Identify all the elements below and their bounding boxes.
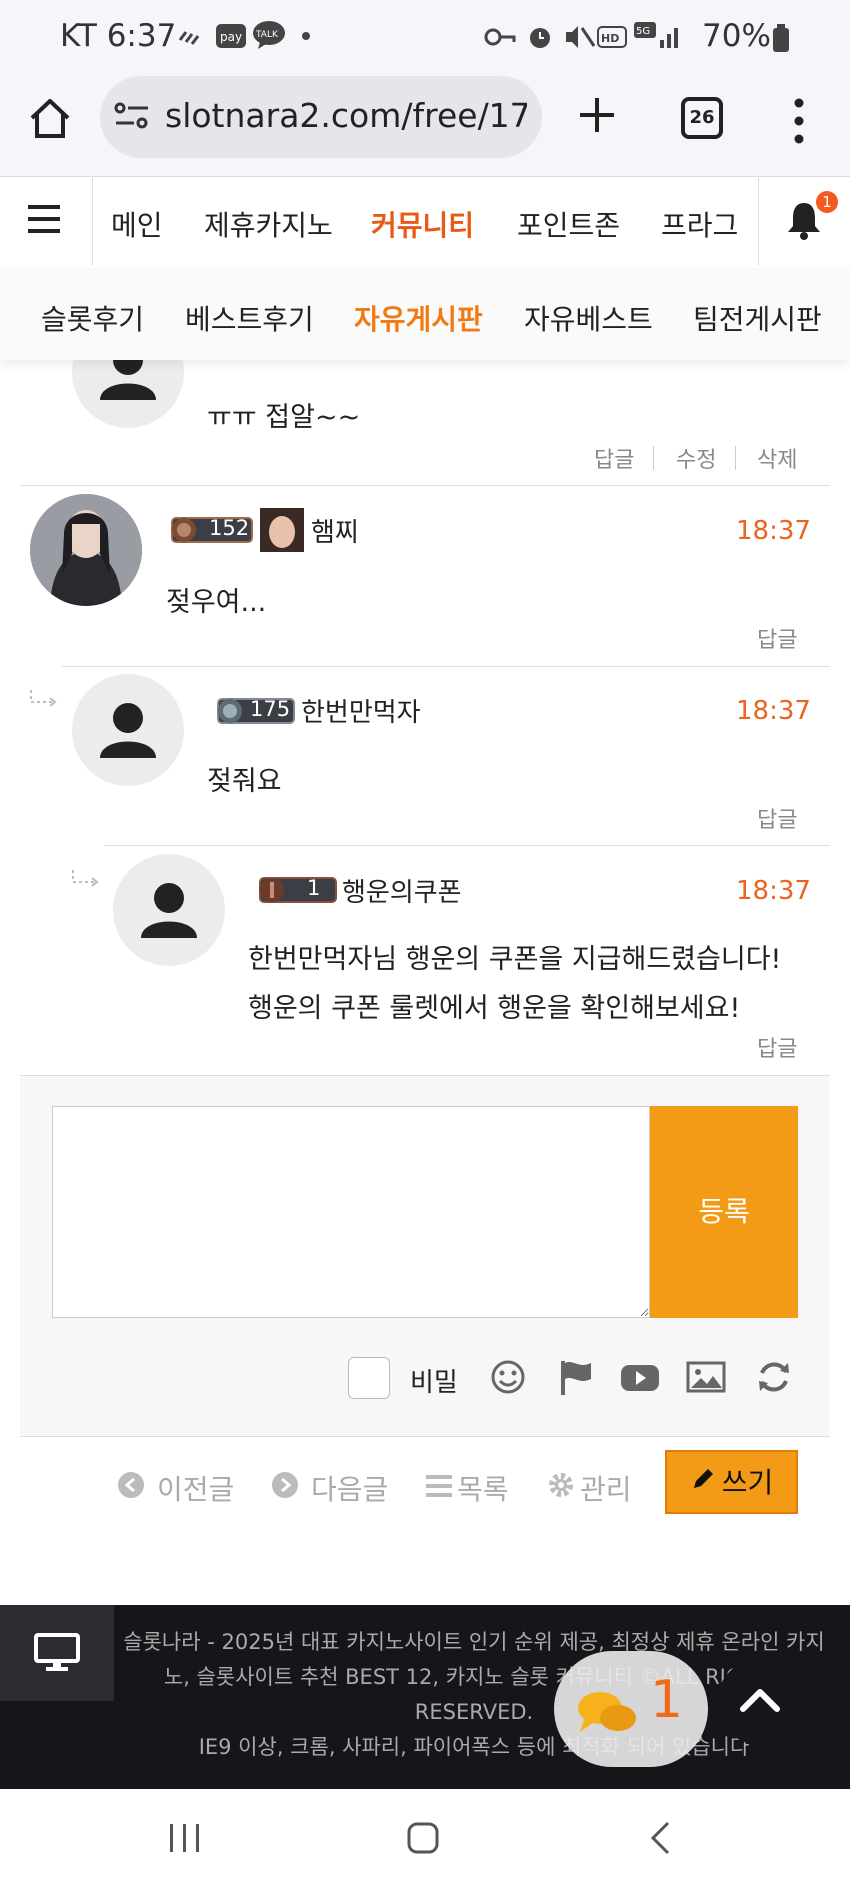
home-icon[interactable]: [28, 96, 72, 140]
secret-checkbox[interactable]: [348, 1357, 390, 1399]
nav-item-main[interactable]: 메인: [111, 204, 163, 244]
image-icon[interactable]: [685, 1357, 727, 1397]
comment-time: 18:37: [736, 516, 811, 546]
svg-text:pay: pay: [220, 30, 242, 44]
manage-link[interactable]: 관리: [580, 1468, 632, 1508]
comment-text-line: 한번만먹자님 행운의 쿠폰을 지급해드렸습니다!: [248, 944, 782, 975]
flag-icon[interactable]: [557, 1357, 597, 1397]
chevron-up-icon: [739, 1685, 781, 1719]
sub-nav-free-board[interactable]: 자유게시판: [354, 298, 483, 338]
reply-link[interactable]: 답글: [757, 622, 797, 654]
reply-link[interactable]: 답글: [757, 802, 797, 834]
sub-nav-free-best[interactable]: 자유베스트: [524, 298, 653, 338]
refresh-icon[interactable]: [754, 1357, 794, 1397]
level-number: 152: [209, 516, 250, 540]
nav-item-point-zone[interactable]: 포인트존: [517, 204, 620, 244]
nav-divider: [758, 178, 759, 266]
comment-time: 18:37: [736, 876, 811, 906]
nav-item-community[interactable]: 커뮤니티: [371, 204, 474, 244]
scroll-top-button[interactable]: [717, 1659, 803, 1745]
svg-text:TALK: TALK: [255, 30, 279, 40]
list-link[interactable]: 목록: [457, 1468, 509, 1508]
sub-nav-team-board[interactable]: 팀전게시판: [693, 298, 822, 338]
comment-divider: [62, 666, 830, 667]
prev-post-link[interactable]: 이전글: [157, 1468, 234, 1508]
write-button-label: 쓰기: [721, 1466, 774, 1499]
submit-button[interactable]: 등록: [650, 1106, 798, 1318]
status-icons: HD 5G: [484, 22, 684, 56]
next-post-link[interactable]: 다음글: [311, 1468, 388, 1508]
level-number: 1: [307, 876, 321, 900]
comment-text: ㅠㅠ 접알~~: [207, 402, 361, 433]
pc-version-button[interactable]: [0, 1605, 114, 1701]
pay-icon: pay: [178, 22, 258, 54]
write-button[interactable]: 쓰기: [665, 1450, 798, 1514]
browser-menu-icon[interactable]: [794, 96, 804, 146]
reply-link[interactable]: 답글: [757, 1031, 797, 1063]
list-icon[interactable]: [426, 1473, 454, 1503]
nav-divider: [92, 178, 93, 266]
avatar: [113, 854, 225, 966]
action-divider: [735, 446, 736, 470]
level-number: 175: [250, 697, 291, 721]
edit-link[interactable]: 수정: [676, 442, 716, 474]
comment-author[interactable]: 한번만먹자: [301, 692, 421, 729]
sub-nav-slot-review[interactable]: 슬롯후기: [41, 298, 144, 338]
notification-dot-icon: [302, 32, 310, 40]
svg-text:5G: 5G: [636, 26, 650, 37]
recent-apps-icon[interactable]: [168, 1822, 202, 1858]
status-carrier-time: KT 6:37: [60, 18, 177, 54]
next-icon[interactable]: [271, 1471, 299, 1503]
comment-author[interactable]: 행운의쿠폰: [342, 872, 462, 909]
monitor-icon: [34, 1633, 80, 1677]
level-emblem-icon: [256, 874, 338, 910]
comment-text: 젖줘요: [207, 766, 282, 797]
svg-text:HD: HD: [601, 32, 619, 45]
notification-badge: 1: [816, 191, 838, 213]
chat-icon: [574, 1686, 640, 1746]
nav-item-partner-casino[interactable]: 제휴카지노: [204, 204, 333, 244]
comment-author[interactable]: 햄찌: [311, 512, 359, 549]
avatar: [72, 674, 184, 786]
new-tab-icon[interactable]: [577, 95, 617, 139]
battery-icon: [772, 24, 790, 56]
youtube-icon[interactable]: [619, 1357, 661, 1397]
home-nav-icon[interactable]: [406, 1821, 440, 1859]
battery-percent: 70%: [702, 18, 771, 54]
secret-label: 비밀: [410, 1368, 458, 1398]
prev-icon[interactable]: [117, 1471, 145, 1503]
back-icon[interactable]: [648, 1820, 672, 1860]
avatar: [30, 494, 142, 606]
action-divider: [653, 446, 654, 470]
comment-text: 젖우여...: [166, 587, 267, 618]
footer-browser-note: IE9 이상, 크롬, 사파리, 파이어폭스 등에 최적화 되어 있습니다: [198, 1735, 750, 1759]
tab-count-button[interactable]: 26: [681, 97, 723, 139]
emoji-icon[interactable]: [488, 1357, 528, 1397]
delete-link[interactable]: 삭제: [757, 442, 797, 474]
hamburger-menu-icon[interactable]: [28, 205, 64, 235]
sub-nav-best-review[interactable]: 베스트후기: [185, 298, 314, 338]
user-photo-icon: [260, 508, 304, 552]
comment-divider: [104, 845, 830, 846]
reply-arrow-icon: [70, 868, 100, 893]
site-settings-icon[interactable]: [114, 101, 150, 135]
url-text[interactable]: slotnara2.com/free/170C: [165, 96, 527, 135]
reply-link[interactable]: 답글: [594, 442, 634, 474]
pencil-icon: [690, 1453, 716, 1513]
comment-input[interactable]: [52, 1106, 650, 1318]
comment-divider: [20, 485, 830, 486]
reply-arrow-icon: [28, 688, 58, 713]
talk-icon: TALK: [252, 20, 286, 54]
chat-count: 1: [650, 1670, 684, 1730]
comment-text-line: 행운의 쿠폰 룰렛에서 행운을 확인해보세요!: [248, 993, 741, 1024]
nav-item-praga[interactable]: 프라그: [661, 204, 738, 244]
comment-time: 18:37: [736, 696, 811, 726]
gear-icon[interactable]: [547, 1471, 575, 1503]
